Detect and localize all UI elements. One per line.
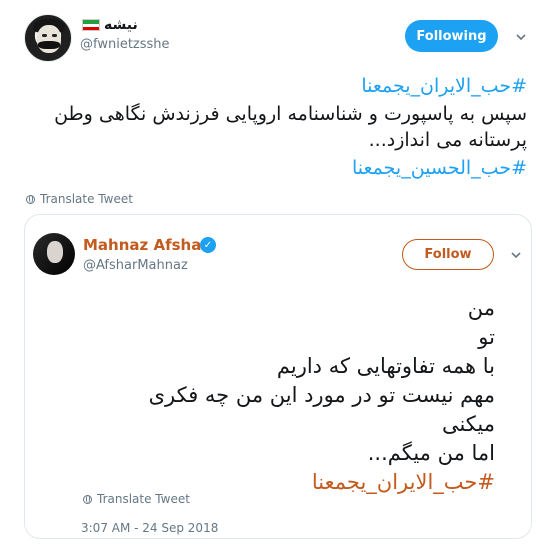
translate-label: Translate Tweet [40, 192, 133, 206]
verified-icon: ✓ [200, 237, 216, 253]
follow-button[interactable]: Follow [402, 239, 494, 270]
quoted-text-line: اما من میگم... [367, 441, 495, 465]
quoted-translate-link[interactable]: Translate Tweet [83, 492, 190, 506]
tweet-text-line: سپس به پاسپورت و شناسنامه اروپایی فرزندش… [54, 103, 527, 125]
chevron-down-icon[interactable] [516, 34, 526, 40]
quoted-text-line: تو [478, 325, 495, 349]
translate-label: Translate Tweet [97, 492, 190, 506]
translate-tweet-link[interactable]: Translate Tweet [26, 192, 133, 206]
author-name[interactable]: نیشه [104, 17, 138, 33]
globe-icon [26, 194, 35, 204]
avatar-eye [52, 34, 57, 37]
avatar-face [47, 241, 63, 263]
hashtag-bottom[interactable]: #حب_الحسین_یجمعنا [24, 156, 527, 181]
flag-iran-icon [82, 19, 100, 31]
avatar-mustache [38, 41, 60, 49]
quoted-text-line: من [467, 296, 495, 320]
avatar-eye [42, 34, 47, 37]
following-button[interactable]: Following [405, 20, 498, 52]
quoted-text-line: مهم نیست تو در مورد این من چه فکری [148, 383, 495, 407]
chevron-down-icon[interactable] [511, 252, 521, 258]
quoted-author-name[interactable]: Mahnaz Afshar [83, 236, 209, 254]
author-avatar[interactable] [24, 14, 72, 62]
quoted-text-line: میکنی [441, 412, 495, 436]
quoted-avatar[interactable] [33, 233, 75, 275]
tweet-text-line: پرستانه می اندازد... [368, 129, 527, 151]
globe-icon [83, 494, 92, 504]
hashtag-top[interactable]: #حب_الایران_یجمعنا [24, 74, 527, 99]
quoted-author-handle[interactable]: @AfsharMahnaz [83, 258, 188, 273]
author-handle[interactable]: @fwnietzsshe [80, 37, 170, 52]
quoted-text-line: با همه تفاوتهایی که داریم [276, 354, 495, 378]
quoted-tweet-card[interactable]: Mahnaz Afshar ✓ @AfsharMahnaz Follow من … [24, 214, 532, 539]
tweet-timestamp[interactable]: 3:07 AM - 24 Sep 2018 [81, 521, 218, 535]
